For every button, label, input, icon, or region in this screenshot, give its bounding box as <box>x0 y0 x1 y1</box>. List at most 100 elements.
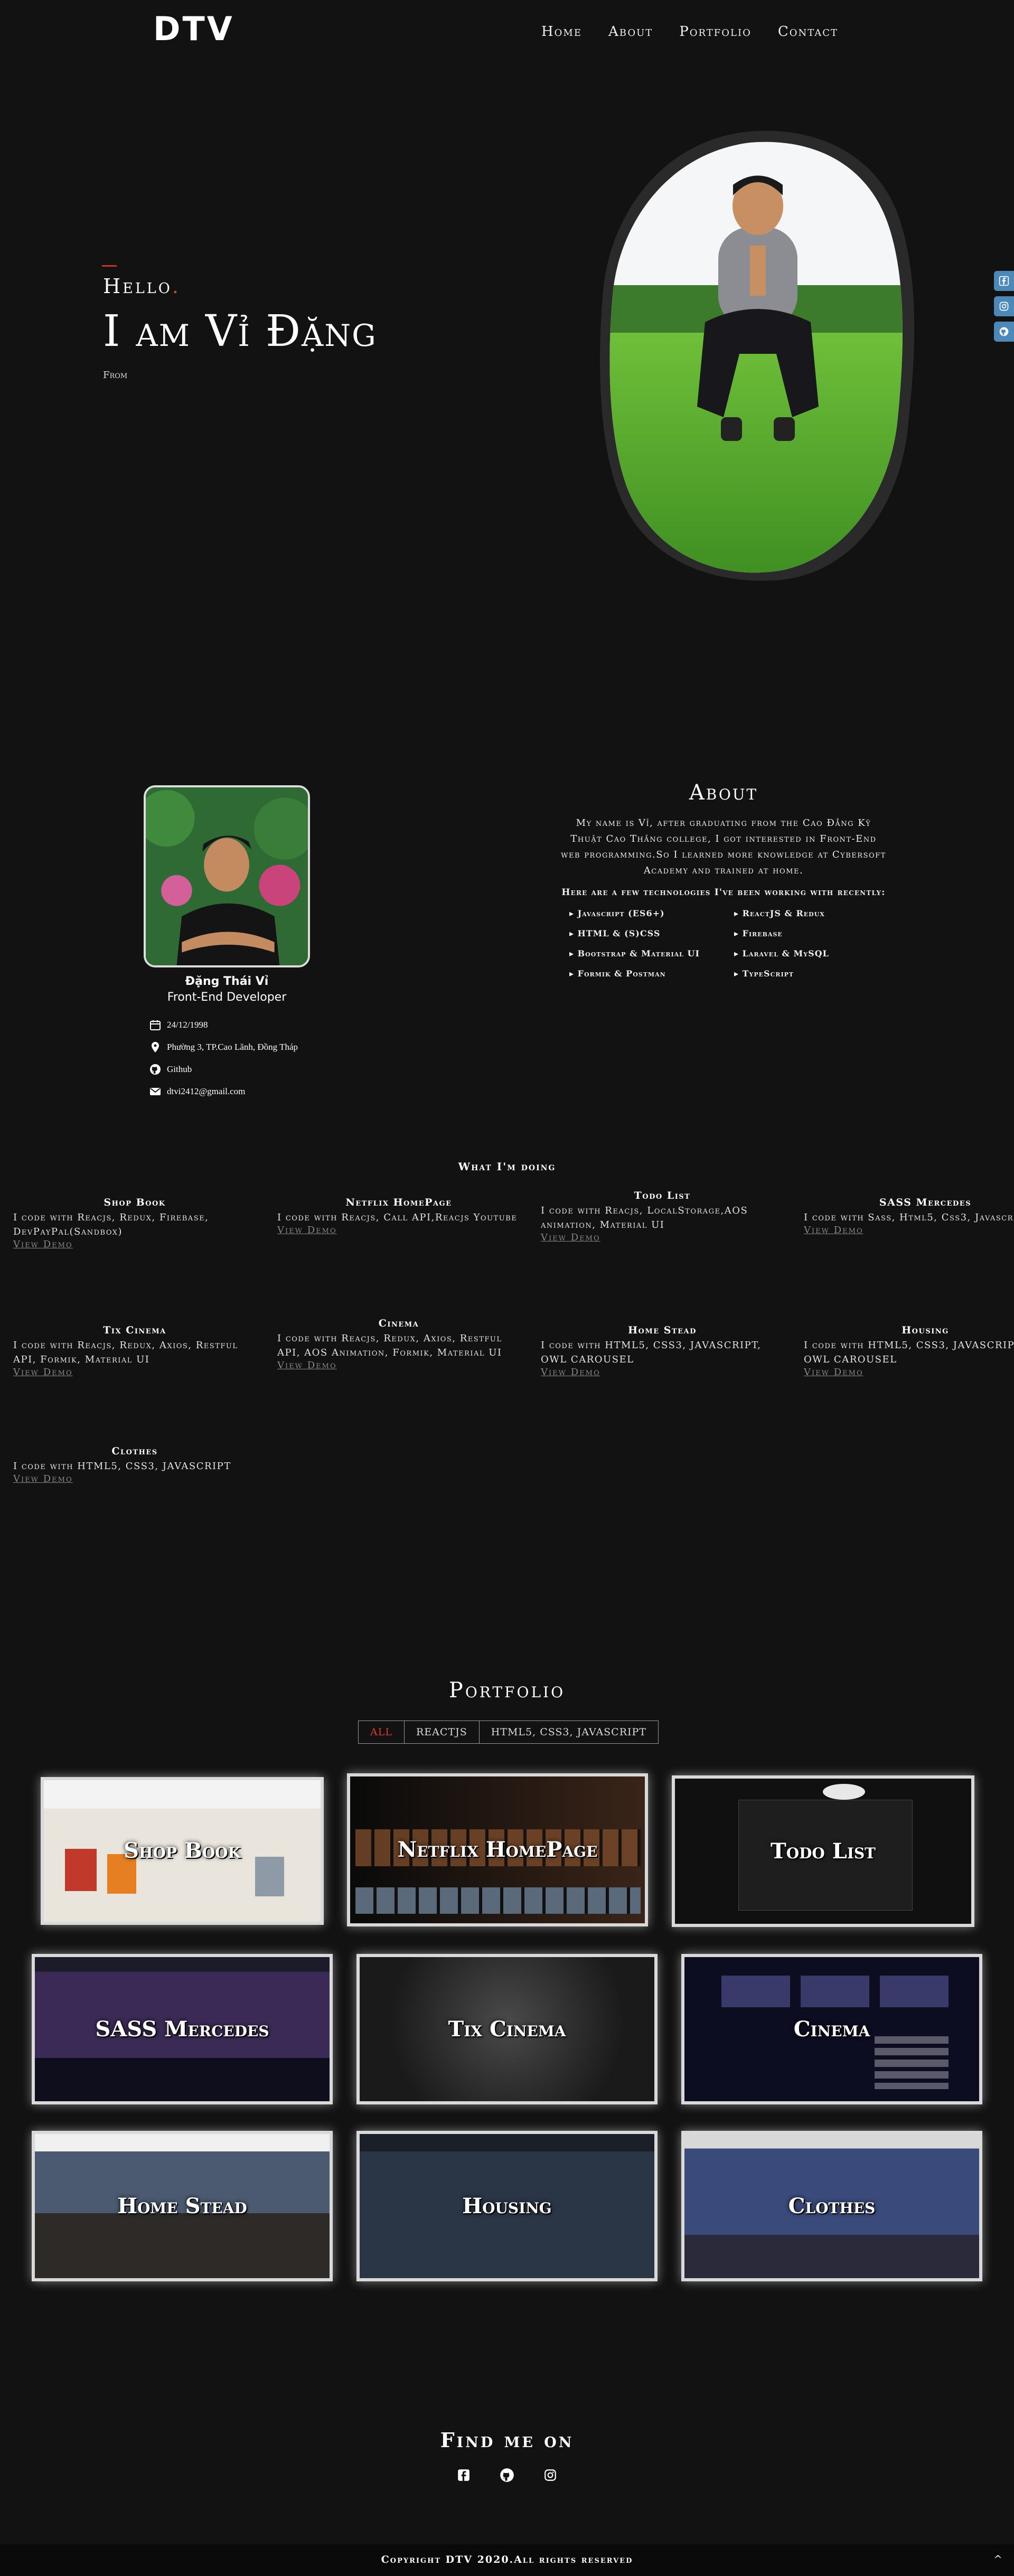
portfolio-item-home-stead[interactable]: Home Stead <box>32 2131 333 2281</box>
project-desc: I code with Reacjs, Redux, Axios, Restfu… <box>277 1333 502 1358</box>
project-card-housing: Housing I code with HTML5, CSS3, JAVASCR… <box>804 1324 1014 1378</box>
profile-github-link[interactable]: Github <box>167 1064 192 1075</box>
profile-email-row: dtvi2412@gmail.com <box>149 1080 298 1103</box>
nav-home[interactable]: Home <box>541 24 582 40</box>
profile-address-row: Phường 3, TP.Cao Lãnh, Đồng Tháp <box>149 1036 298 1058</box>
project-title: Netflix HomePage <box>345 1197 452 1208</box>
profile-avatar <box>144 785 310 967</box>
view-demo-link[interactable]: View Demo <box>804 1367 863 1378</box>
instagram-icon[interactable] <box>994 296 1014 316</box>
instagram-icon[interactable] <box>542 2467 558 2483</box>
portfolio-item-label: Cinema <box>793 2016 870 2042</box>
project-title: SASS Mercedes <box>879 1197 972 1208</box>
github-icon[interactable] <box>499 2467 515 2483</box>
view-demo-link[interactable]: View Demo <box>804 1225 863 1236</box>
hero-title: I am Vỉ Đặng <box>103 306 377 356</box>
tech-item: TypeScript <box>734 969 893 979</box>
facebook-icon[interactable] <box>456 2467 472 2483</box>
project-desc: I code with Reacjs, Redux, Axios, Restfu… <box>13 1340 238 1365</box>
profile-address: Phường 3, TP.Cao Lãnh, Đồng Tháp <box>167 1042 298 1052</box>
calendar-icon <box>150 1020 161 1030</box>
project-title: Shop Book <box>104 1197 166 1208</box>
view-demo-link[interactable]: View Demo <box>13 1239 73 1250</box>
project-card-netflix: Netflix HomePage I code with Reacjs, Cal… <box>277 1197 520 1236</box>
tech-item: HTML & (S)CSS <box>569 928 734 938</box>
tech-item: Javascript (ES6+) <box>569 908 734 918</box>
nav-contact[interactable]: Contact <box>778 24 838 40</box>
doing-title: What I'm doing <box>458 1160 556 1173</box>
about-title: About <box>689 781 758 805</box>
hero-portrait-image <box>599 130 915 581</box>
project-title: Home Stead <box>628 1324 697 1336</box>
github-icon <box>150 1064 161 1075</box>
project-desc: I code with Sass, Html5, Css3, Javascrip… <box>804 1212 1014 1223</box>
find-me-icons <box>456 2467 558 2483</box>
portfolio-item-label: Netflix HomePage <box>397 1837 598 1862</box>
view-demo-link[interactable]: View Demo <box>13 1367 73 1378</box>
project-desc: I code with HTML5, CSS3, JAVASCRIPT, OWL… <box>804 1340 1014 1365</box>
project-card-todo: Todo List I code with Reacjs, LocalStora… <box>541 1190 784 1243</box>
portfolio-item-sass-mercedes[interactable]: SASS Mercedes <box>32 1954 333 2104</box>
facebook-icon[interactable] <box>994 271 1014 291</box>
profile-birthday: 24/12/1998 <box>167 1020 208 1030</box>
portfolio-item-clothes[interactable]: Clothes <box>681 2131 982 2281</box>
project-desc: I code with Reacjs, LocalStorage,AOS ani… <box>541 1205 748 1230</box>
portfolio-item-label: Clothes <box>788 2193 876 2218</box>
github-icon[interactable] <box>994 322 1014 342</box>
location-pin-icon <box>152 1042 159 1052</box>
portfolio-item-label: SASS Mercedes <box>95 2016 269 2042</box>
tab-html-css-js[interactable]: HTML5, CSS3, JAVASCRIPT <box>480 1721 658 1743</box>
hello-accent-line <box>102 265 117 267</box>
view-demo-link[interactable]: View Demo <box>277 1225 337 1236</box>
project-title: Todo List <box>634 1190 691 1201</box>
logo[interactable]: DTV <box>153 10 234 48</box>
view-demo-link[interactable]: View Demo <box>277 1360 337 1371</box>
portfolio-item-netflix[interactable]: Netflix HomePage <box>347 1773 648 1926</box>
profile-role: Front-End Developer <box>167 991 287 1004</box>
side-social-bar <box>994 271 1014 342</box>
tech-item: Firebase <box>734 928 893 938</box>
tab-reactjs[interactable]: REACTJS <box>405 1721 480 1743</box>
tab-all[interactable]: ALL <box>359 1721 405 1743</box>
nav-portfolio[interactable]: Portfolio <box>679 24 752 40</box>
mail-icon <box>150 1088 161 1095</box>
tech-list: Javascript (ES6+) ReactJS & Redux HTML &… <box>569 908 897 979</box>
project-title: Tix Cinema <box>103 1324 166 1336</box>
about-text: My name is Vỉ, after graduating from the… <box>561 817 886 876</box>
project-title: Clothes <box>111 1445 158 1457</box>
portfolio-item-cinema[interactable]: Cinema <box>681 1954 982 2104</box>
tech-item: Bootstrap & Material UI <box>569 948 734 958</box>
scroll-top-button[interactable]: ^ <box>993 2553 1002 2565</box>
main-nav: Home About Portfolio Contact <box>541 24 838 40</box>
project-card-home-stead: Home Stead I code with HTML5, CSS3, JAVA… <box>541 1324 784 1378</box>
hero-hello: Hello. <box>103 275 181 298</box>
view-demo-link[interactable]: View Demo <box>13 1473 73 1484</box>
hero-from: From <box>103 370 128 381</box>
project-desc: I code with HTML5, CSS3, JAVASCRIPT <box>13 1461 231 1472</box>
project-desc: I code with Reacjs, Redux, Firebase, Dev… <box>13 1212 209 1237</box>
project-desc: I code with Reacjs, Call API,Reacjs Yout… <box>277 1212 518 1223</box>
view-demo-link[interactable]: View Demo <box>541 1232 600 1243</box>
copyright-text: Copyright DTV 2020.All rights reserved <box>381 2554 633 2565</box>
project-card-cinema: Cinema I code with Reacjs, Redux, Axios,… <box>277 1318 520 1371</box>
footer: Copyright DTV 2020.All rights reserved ^ <box>0 2544 1014 2576</box>
tech-item: Laravel & MySQL <box>734 948 893 958</box>
profile-email: dtvi2412@gmail.com <box>167 1086 246 1096</box>
tech-item: Formik & Postman <box>569 969 734 979</box>
portfolio-item-todo[interactable]: Todo List <box>672 1775 974 1927</box>
project-card-tix-cinema: Tix Cinema I code with Reacjs, Redux, Ax… <box>13 1324 256 1378</box>
portfolio-item-label: Housing <box>462 2193 552 2218</box>
profile-github-row[interactable]: Github <box>149 1058 298 1080</box>
portfolio-item-tix-cinema[interactable]: Tix Cinema <box>356 1954 658 2104</box>
portfolio-item-label: Todo List <box>770 1838 876 1864</box>
portfolio-item-shop-book[interactable]: Shop Book <box>41 1777 324 1925</box>
portfolio-item-label: Tix Cinema <box>448 2016 566 2042</box>
portfolio-item-housing[interactable]: Housing <box>356 2131 658 2281</box>
tech-item: ReactJS & Redux <box>734 908 893 918</box>
nav-about[interactable]: About <box>608 24 653 40</box>
project-card-shop-book: Shop Book I code with Reacjs, Redux, Fir… <box>13 1197 256 1250</box>
project-title: Housing <box>902 1324 949 1336</box>
portfolio-item-label: Home Stead <box>117 2193 247 2218</box>
view-demo-link[interactable]: View Demo <box>541 1367 600 1378</box>
project-desc: I code with HTML5, CSS3, JAVASCRIPT, OWL… <box>541 1340 762 1365</box>
